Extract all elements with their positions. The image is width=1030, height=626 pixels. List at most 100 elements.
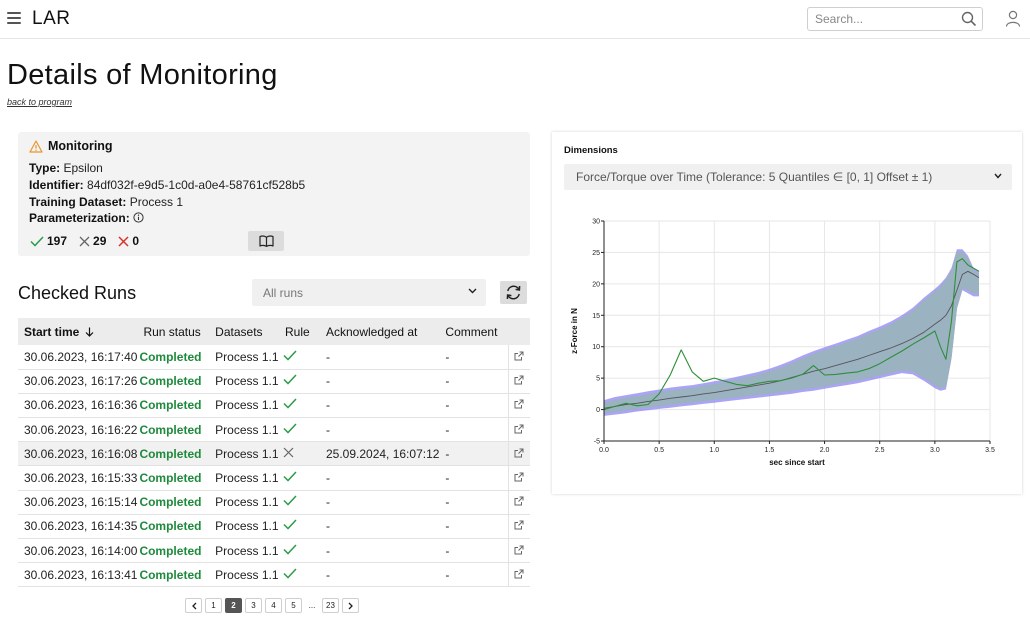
cell-open-link[interactable] <box>507 345 530 370</box>
monitoring-heading-label: Monitoring <box>48 139 113 153</box>
runs-filter-select[interactable]: All runs <box>252 279 486 306</box>
x-tick-label: 1.0 <box>709 447 719 454</box>
table-row[interactable]: 30.06.2023, 16:15:14 Completed Process 1.1… <box>18 490 530 515</box>
external-link-icon[interactable] <box>514 375 524 385</box>
info-icon[interactable] <box>133 212 144 223</box>
table-row[interactable]: 30.06.2023, 16:16:08 Completed Process 1.1… <box>18 441 530 467</box>
external-link-icon[interactable] <box>514 520 524 530</box>
training-dataset-row: Training Dataset: Process 1 <box>29 195 183 209</box>
cell-acknowledged-at: - <box>319 562 440 588</box>
cell-run-status: Completed <box>137 538 210 564</box>
identifier-label: Identifier: <box>29 178 84 192</box>
pagination-page-button[interactable]: 4 <box>265 598 282 613</box>
cell-run-status: Completed <box>137 393 210 419</box>
user-icon[interactable] <box>1005 10 1021 27</box>
cell-comment: - <box>439 490 509 515</box>
cell-comment: - <box>439 538 509 564</box>
pagination-prev-button[interactable] <box>185 598 202 613</box>
pagination-page-button[interactable]: 1 <box>205 598 222 613</box>
table-row[interactable]: 30.06.2023, 16:15:33 Completed Process 1.1… <box>18 465 530 491</box>
cell-open-link[interactable] <box>507 562 530 588</box>
cell-start-time: 30.06.2023, 16:16:36 <box>18 393 138 419</box>
column-header-run-status: Run status <box>137 318 210 345</box>
cell-run-status: Completed <box>137 441 210 467</box>
search-input[interactable] <box>808 8 948 30</box>
search-icon[interactable] <box>961 11 977 27</box>
cell-rule <box>279 417 320 443</box>
cell-dataset: Process 1.1 <box>209 562 280 588</box>
cell-acknowledged-at: - <box>319 465 440 491</box>
column-header-start-time[interactable]: Start time <box>18 318 138 345</box>
external-link-icon[interactable] <box>514 399 524 409</box>
table-row[interactable]: 30.06.2023, 16:17:26 Completed Process 1.1… <box>18 369 530 394</box>
cell-open-link[interactable] <box>507 417 530 443</box>
external-link-icon[interactable] <box>514 545 524 555</box>
refresh-button[interactable] <box>500 281 527 304</box>
page-title: Details of Monitoring <box>7 59 278 91</box>
cell-open-link[interactable] <box>507 538 530 564</box>
rule-check-icon <box>283 423 297 434</box>
cell-acknowledged-at: - <box>319 417 440 443</box>
table-row[interactable]: 30.06.2023, 16:16:22 Completed Process 1.1… <box>18 417 530 443</box>
runs-table: Start time Run status Datasets Rule Ackn… <box>18 318 530 588</box>
external-link-icon[interactable] <box>514 569 524 579</box>
back-to-program-link[interactable]: back to program <box>7 97 72 107</box>
cell-comment: - <box>439 417 509 443</box>
external-link-icon[interactable] <box>514 472 524 482</box>
cell-start-time: 30.06.2023, 16:17:26 <box>18 369 138 394</box>
y-tick-label: -5 <box>594 439 600 446</box>
pagination: 1 2 3 4 5... 23 <box>185 598 362 613</box>
neutral-count: 29 <box>79 234 106 248</box>
table-row[interactable]: 30.06.2023, 16:13:41 Completed Process 1.1… <box>18 562 530 588</box>
cell-open-link[interactable] <box>507 369 530 394</box>
column-header-acknowledged-at: Acknowledged at <box>319 318 440 345</box>
external-link-icon[interactable] <box>514 448 524 458</box>
y-tick-label: 30 <box>592 219 600 226</box>
sort-arrow-down-icon <box>85 327 94 337</box>
table-row[interactable]: 30.06.2023, 16:14:00 Completed Process 1.1… <box>18 538 530 564</box>
cell-open-link[interactable] <box>507 465 530 491</box>
external-link-icon[interactable] <box>514 424 524 434</box>
identifier-value: 84df032f-e9d5-1c0d-a0e4-58761cf528b5 <box>87 178 306 192</box>
pagination-page-button[interactable]: 5 <box>285 598 302 613</box>
pagination-page-button[interactable]: 2 <box>225 598 242 613</box>
cell-comment: - <box>439 562 509 588</box>
y-tick-label: 20 <box>592 281 600 288</box>
cell-open-link[interactable] <box>507 514 530 540</box>
cell-rule <box>279 393 320 419</box>
documentation-button[interactable] <box>248 231 284 251</box>
y-axis-label: z-Force in N <box>570 308 579 354</box>
table-row[interactable]: 30.06.2023, 16:17:40 Completed Process 1.1… <box>18 345 530 370</box>
hamburger-menu-icon[interactable] <box>7 12 21 24</box>
table-row[interactable]: 30.06.2023, 16:14:35 Completed Process 1.1… <box>18 514 530 540</box>
table-row[interactable]: 30.06.2023, 16:16:36 Completed Process 1.1… <box>18 393 530 419</box>
runs-table-body: 30.06.2023, 16:17:40 Completed Process 1.1… <box>18 345 530 588</box>
runs-filter-value: All runs <box>263 286 304 300</box>
chevron-left-icon <box>191 602 196 609</box>
monitoring-heading: Monitoring <box>29 139 113 153</box>
pagination-page-button[interactable]: 3 <box>245 598 262 613</box>
cell-dataset: Process 1.1 <box>209 465 280 491</box>
pagination-page-button[interactable]: 23 <box>322 598 339 613</box>
cell-open-link[interactable] <box>507 393 530 419</box>
book-icon <box>258 235 274 247</box>
rule-check-icon <box>283 374 297 385</box>
cell-rule <box>279 369 320 394</box>
y-tick-label: 0 <box>596 407 600 414</box>
fail-count: 0 <box>118 234 139 248</box>
cell-rule <box>279 538 320 564</box>
app-title[interactable]: LAR <box>32 8 70 30</box>
pagination-next-button[interactable] <box>342 598 359 613</box>
cell-comment: - <box>439 441 509 467</box>
x-tick-label: 3.0 <box>930 447 940 454</box>
identifier-row: Identifier: 84df032f-e9d5-1c0d-a0e4-5876… <box>29 178 305 192</box>
cell-dataset: Process 1.1 <box>209 417 280 443</box>
cell-run-status: Completed <box>137 465 210 491</box>
x-tick-label: 2.5 <box>875 447 885 454</box>
external-link-icon[interactable] <box>514 496 524 506</box>
chevron-down-icon <box>468 288 477 294</box>
cell-open-link[interactable] <box>507 490 530 515</box>
external-link-icon[interactable] <box>514 351 524 361</box>
cell-open-link[interactable] <box>507 441 530 467</box>
training-dataset-label: Training Dataset: <box>29 195 127 209</box>
